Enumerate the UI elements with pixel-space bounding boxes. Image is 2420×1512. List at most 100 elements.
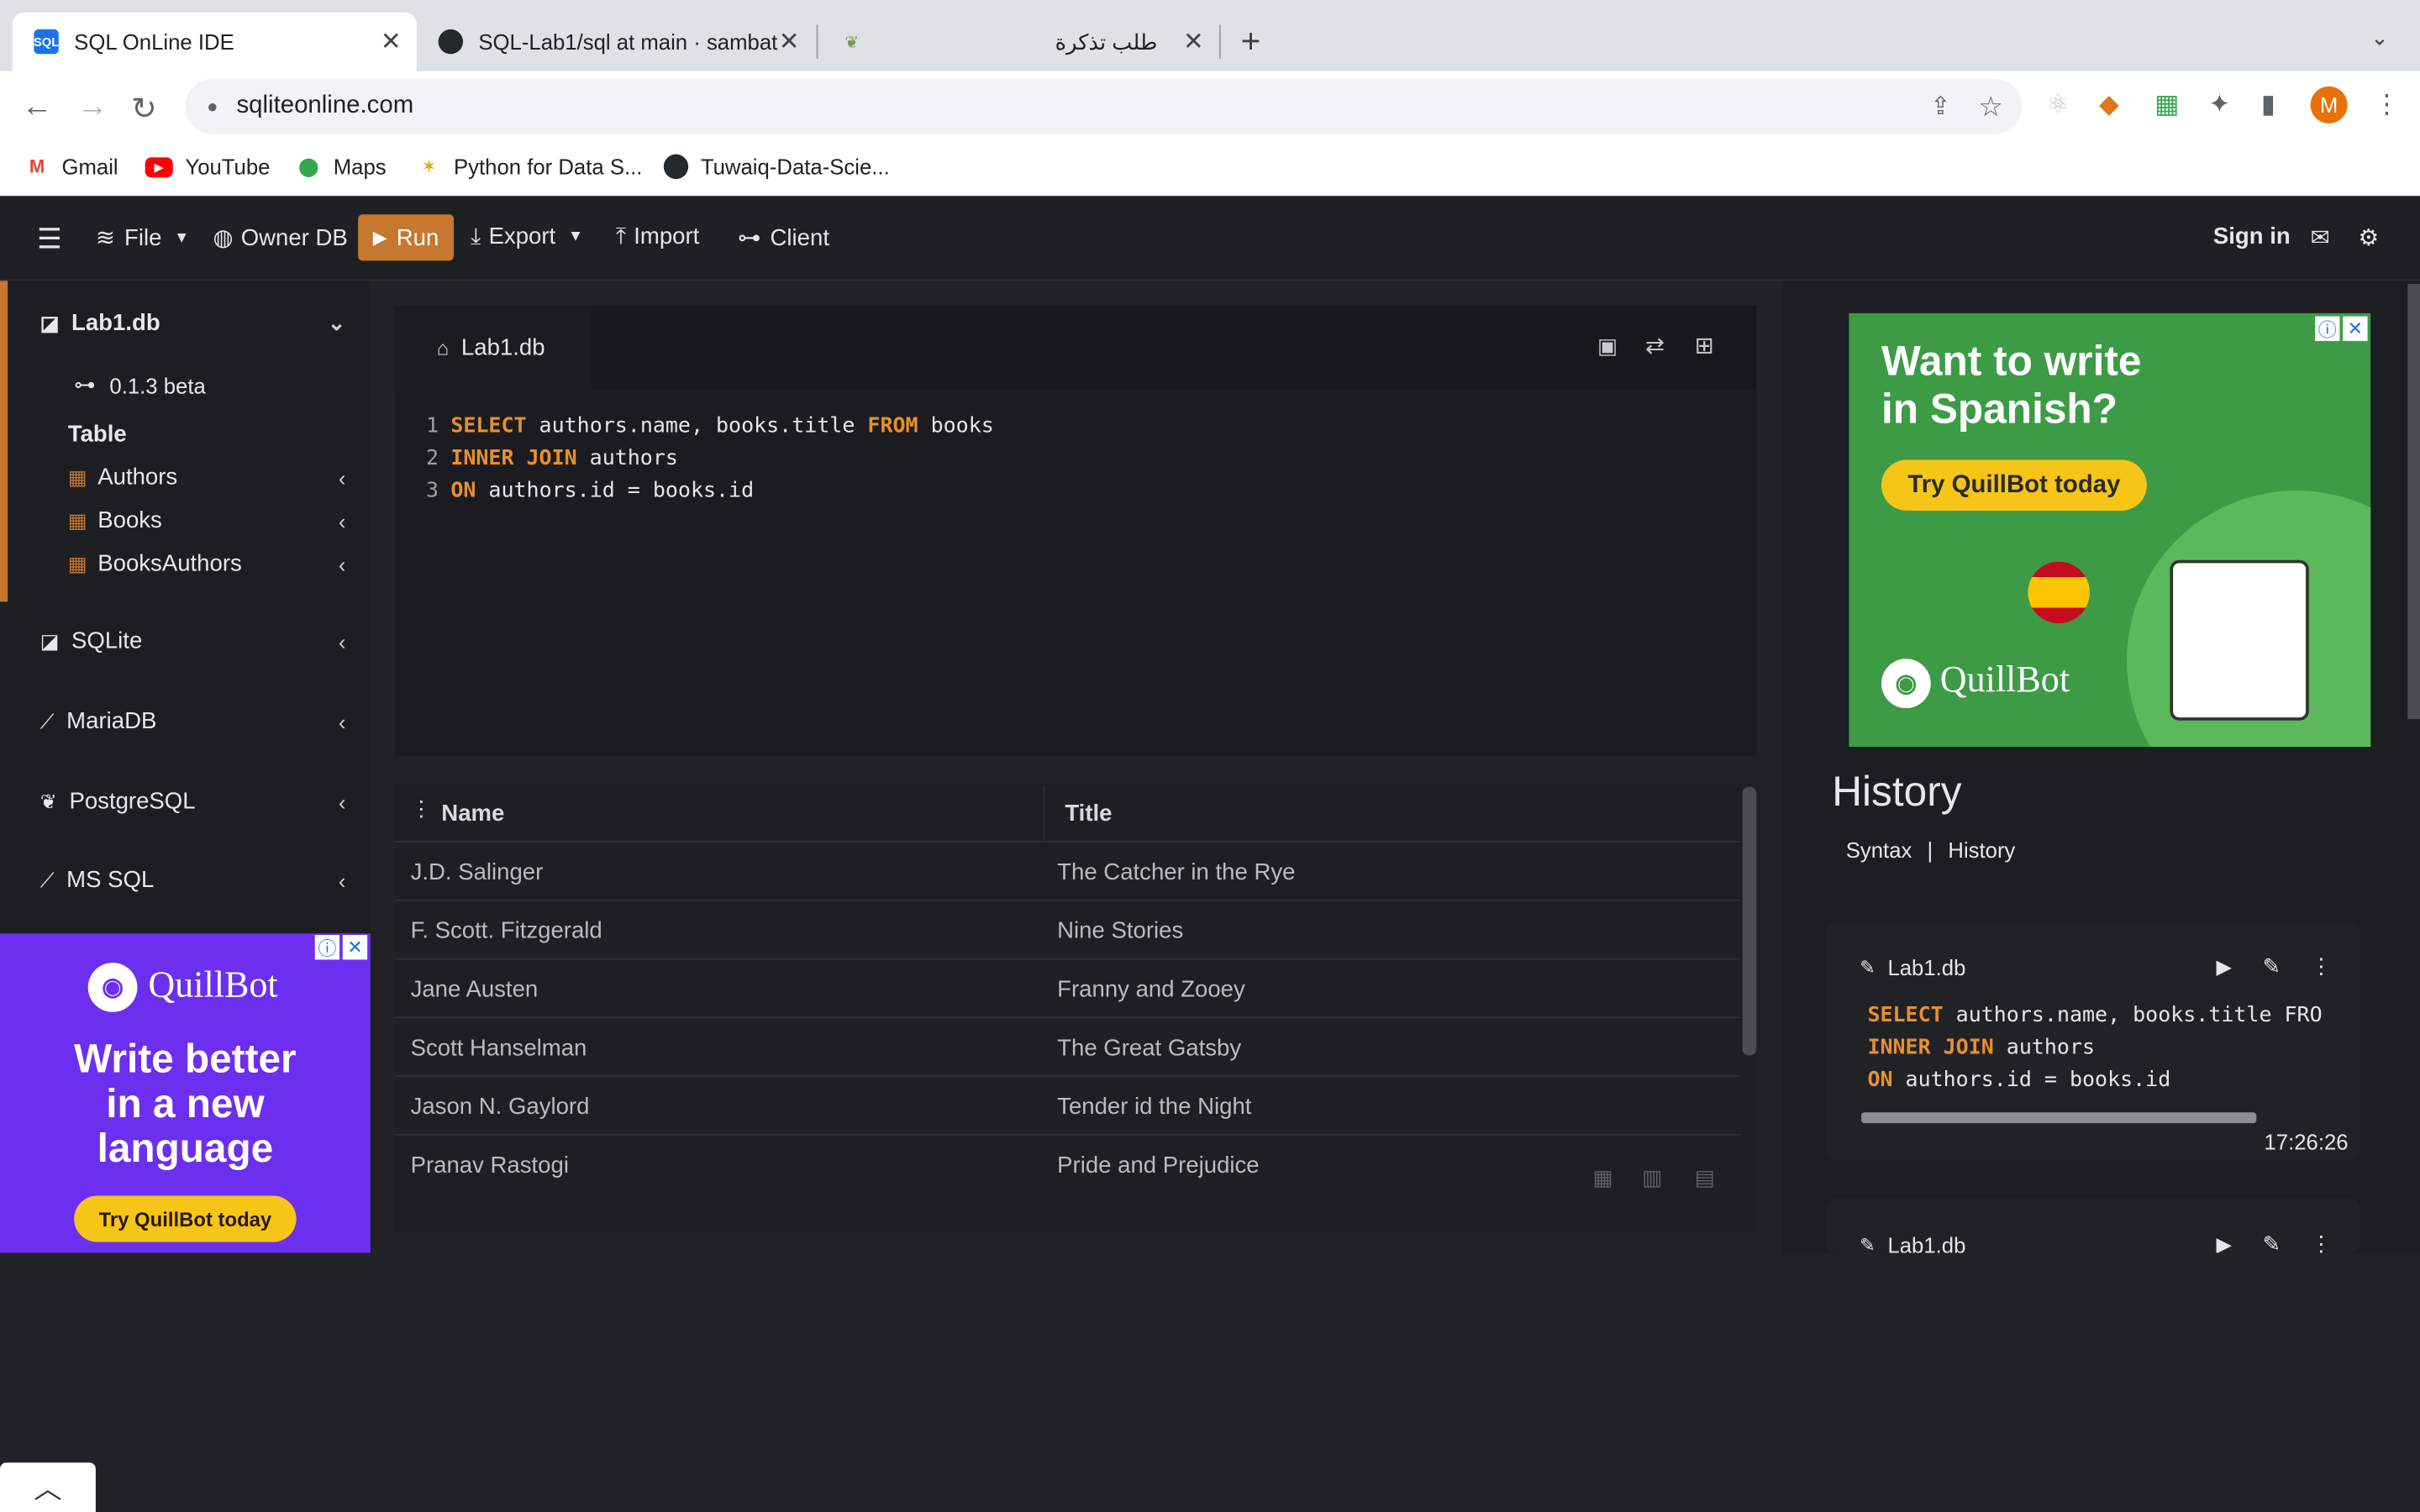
bookmark-python[interactable]: ✶ Python for Data S...: [417, 155, 642, 179]
mail-icon[interactable]: ✉: [2311, 223, 2330, 251]
scroll-up-chevron-icon[interactable]: ︿: [0, 1462, 96, 1512]
cell-title: The Catcher in the Rye: [1057, 859, 1296, 886]
close-tab-icon[interactable]: ✕: [779, 26, 800, 57]
sql-keyword: INNER JOIN: [450, 445, 577, 471]
extension-react-icon[interactable]: ⚛: [2047, 90, 2070, 121]
add-tab-icon[interactable]: ⊞: [1695, 332, 1714, 360]
history-code-scrollbar[interactable]: [1861, 1112, 2257, 1124]
mariadb-icon: ⟋: [39, 708, 55, 732]
hamburger-menu-icon[interactable]: ☰: [37, 223, 62, 256]
sidebar-item-authors[interactable]: ▦ Authors ‹: [68, 465, 371, 491]
database-icon: ≋: [95, 225, 115, 252]
ad-cta-button[interactable]: Try QuillBot today: [74, 1195, 297, 1242]
settings-gear-icon[interactable]: ⚙: [2359, 223, 2380, 251]
ad-headline: Write better in a new language: [0, 1036, 371, 1171]
sql-text: books: [918, 413, 994, 438]
reload-icon[interactable]: ↻: [131, 90, 157, 129]
grid-view-icon[interactable]: ▦: [1593, 1165, 1613, 1191]
new-tab-icon[interactable]: +: [1241, 22, 1261, 62]
chevron-left-icon: ‹: [338, 868, 346, 893]
extension-colorful-icon[interactable]: ▦: [2154, 90, 2180, 121]
ad-info-icon[interactable]: ⓘ: [314, 935, 340, 960]
bookmark-maps[interactable]: ⬤ Maps: [297, 155, 387, 179]
results-scrollbar[interactable]: [1742, 786, 1757, 1056]
text-view-icon[interactable]: ▤: [1695, 1165, 1715, 1191]
bookmark-youtube[interactable]: ▶ YouTube: [145, 155, 270, 179]
youtube-icon: ▶: [145, 156, 173, 177]
ad-info-icon[interactable]: ⓘ: [2315, 316, 2340, 341]
file-menu[interactable]: ≋ File ▼: [96, 223, 189, 251]
side-panel-icon[interactable]: ▮: [2261, 90, 2275, 121]
ad-brand: QuillBot: [1939, 660, 2070, 701]
history-entry-header: ✎ Lab1.db: [1860, 955, 1965, 979]
history-more-icon[interactable]: ⋮: [2311, 953, 2333, 979]
row-divider: [395, 1075, 1741, 1078]
bookmark-gmail[interactable]: M Gmail: [24, 155, 118, 179]
history-nav: Syntax | History: [1846, 837, 2016, 862]
editor-tab-bar: [395, 305, 1757, 389]
extensions-puzzle-icon[interactable]: ✦: [2208, 90, 2230, 121]
share-icon[interactable]: ⇪: [1930, 91, 1951, 122]
line-number: 2: [425, 445, 439, 471]
history-edit-icon[interactable]: ✎: [2263, 953, 2281, 979]
chevron-left-icon: ‹: [338, 508, 346, 533]
tab-search-chevron-icon[interactable]: ⌄: [2370, 24, 2389, 50]
column-header-name[interactable]: Name: [441, 801, 504, 827]
row-divider: [395, 899, 1741, 901]
ad-close-icon[interactable]: ✕: [2343, 316, 2368, 341]
chevron-left-icon: ‹: [338, 708, 346, 734]
code-line: 2 INNER JOIN authors: [426, 446, 678, 470]
sql-text: authors.id = books.id: [476, 478, 755, 503]
sidebar-item-postgresql[interactable]: ❦ PostgreSQL ‹: [40, 789, 371, 815]
extension-metamask-icon[interactable]: ◆: [2099, 90, 2119, 121]
refresh-icon[interactable]: ⇄: [1645, 332, 1665, 360]
editor-tab-lab1[interactable]: ⌂ Lab1.db: [395, 305, 592, 389]
ad-close-icon[interactable]: ✕: [342, 935, 368, 960]
bookmark-tuwaiq[interactable]: Tuwaiq-Data-Scie...: [663, 154, 890, 180]
nav-history[interactable]: History: [1948, 837, 2015, 862]
maps-pin-icon: ⬤: [298, 155, 319, 178]
cell-name: Scott Hanselman: [410, 1035, 587, 1062]
history-run-icon[interactable]: ▶: [2217, 955, 2232, 979]
export-menu[interactable]: ⤓ Export ▼: [471, 223, 583, 249]
chart-view-icon[interactable]: ▥: [1642, 1165, 1662, 1191]
browser-tab-sqlonline[interactable]: SQL SQL OnLine IDE ✕: [12, 12, 417, 71]
forward-icon[interactable]: →: [77, 90, 108, 125]
owner-db-menu[interactable]: ◍ Owner DB: [213, 223, 347, 251]
sql-text: authors.name, books.title: [526, 413, 868, 438]
sidebar-item-sqlite[interactable]: ◪ SQLite ‹: [40, 628, 371, 654]
spain-flag-icon: [2028, 561, 2090, 624]
column-options-icon[interactable]: ⋮: [411, 796, 433, 822]
table-label: Authors: [97, 464, 178, 491]
client-menu[interactable]: ⊶ Client: [738, 223, 829, 251]
close-tab-icon[interactable]: ✕: [1183, 26, 1204, 57]
sidebar-db-lab1[interactable]: ◪ Lab1.db ⌄: [40, 310, 371, 336]
ad-cta-button[interactable]: Try QuillBot today: [1881, 459, 2147, 511]
sql-keyword: ON: [450, 478, 476, 503]
bookmark-star-icon[interactable]: ☆: [1978, 90, 2003, 123]
sidebar-item-books[interactable]: ▦ Books ‹: [68, 507, 371, 533]
page-scrollbar[interactable]: [2407, 283, 2420, 719]
address-bar[interactable]: ● sqliteonline.com ⇪ ☆: [185, 78, 2023, 134]
lock-icon: ●: [207, 95, 218, 118]
sidebar-item-booksauthors[interactable]: ▦ BooksAuthors ‹: [68, 551, 371, 577]
save-icon[interactable]: ▣: [1597, 333, 1618, 360]
sign-in-link[interactable]: Sign in: [2213, 223, 2291, 249]
nav-syntax[interactable]: Syntax: [1846, 837, 1912, 862]
browser-tab-ticket[interactable]: ❦ طلب تذكرة ✕: [818, 13, 1219, 71]
sql-keyword: INNER JOIN: [1867, 1035, 1994, 1060]
sidebar-item-mssql[interactable]: ⟋ MS SQL ‹: [40, 867, 371, 893]
sidebar-item-mariadb[interactable]: ⟋ MariaDB ‹: [40, 708, 371, 734]
browser-menu-icon[interactable]: ⋮: [2374, 90, 2400, 121]
import-menu[interactable]: ⤒ Import: [616, 223, 699, 249]
wings-favicon-icon: ❦: [844, 33, 860, 52]
sql-text: authors: [576, 445, 678, 471]
play-icon: ▶: [372, 227, 387, 249]
profile-avatar[interactable]: M: [2310, 86, 2348, 123]
column-header-title[interactable]: Title: [1065, 801, 1112, 827]
browser-tab-github[interactable]: SQL-Lab1/sql at main · sambat ✕: [417, 13, 815, 71]
run-button[interactable]: ▶ Run: [358, 214, 455, 261]
ad-brand: QuillBot: [148, 965, 278, 1006]
back-icon[interactable]: ←: [22, 90, 53, 125]
close-tab-icon[interactable]: ✕: [381, 26, 402, 57]
